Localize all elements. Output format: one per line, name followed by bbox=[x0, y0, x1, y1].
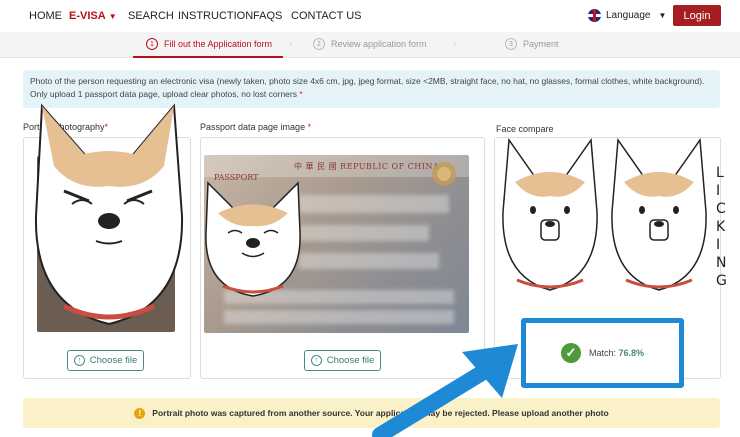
nav-instruction[interactable]: INSTRUCTION bbox=[178, 10, 253, 22]
licking-caption: L I C K I N G bbox=[716, 164, 727, 290]
nav-faqs[interactable]: FAQS bbox=[253, 10, 282, 22]
top-nav: HOME E-VISA ▼ SEARCH INSTRUCTION FAQS CON… bbox=[0, 0, 740, 32]
required-mark: * bbox=[299, 89, 303, 99]
nav-search[interactable]: SEARCH bbox=[128, 10, 174, 22]
choose-file-label: Choose file bbox=[89, 355, 138, 366]
step-number: 2 bbox=[313, 38, 325, 50]
chevron-down-icon: ▼ bbox=[108, 12, 117, 21]
blurred-field bbox=[299, 253, 439, 269]
upload-arrow-icon: ↑ bbox=[73, 355, 85, 366]
passport-emblem-icon bbox=[432, 162, 456, 186]
step-1: 1 Fill out the Application form bbox=[146, 38, 272, 50]
required-mark: * bbox=[307, 122, 312, 132]
portrait-choose-file-button[interactable]: ↑ Choose file bbox=[67, 350, 144, 371]
blurred-field bbox=[299, 195, 449, 213]
login-button[interactable]: Login bbox=[673, 5, 721, 26]
uk-flag-icon bbox=[588, 9, 601, 22]
language-label: Language bbox=[606, 10, 651, 21]
chevron-down-icon: ▼ bbox=[658, 11, 667, 20]
choose-file-label: Choose file bbox=[326, 355, 375, 366]
arrow-annotation-icon bbox=[372, 344, 518, 437]
licking-letter: I bbox=[716, 237, 721, 253]
step-number: 1 bbox=[146, 38, 158, 50]
active-step-indicator bbox=[133, 56, 283, 58]
blurred-field bbox=[299, 225, 429, 241]
warning-icon: ! bbox=[134, 407, 146, 419]
chevron-right-icon: › bbox=[289, 38, 293, 49]
step-label: Payment bbox=[523, 39, 559, 49]
passport-label-text: Passport data page image bbox=[200, 122, 306, 132]
licking-letter: L bbox=[716, 165, 724, 181]
step-progress: 1 Fill out the Application form › 2 Revi… bbox=[0, 32, 740, 58]
licking-letter: C bbox=[716, 201, 726, 217]
step-label: Review application form bbox=[331, 39, 427, 49]
dog-sticker-compare-left bbox=[502, 137, 598, 291]
dog-sticker-compare-right bbox=[611, 137, 707, 291]
dog-sticker-passport bbox=[205, 181, 301, 297]
passport-header: 中 華 民 國 REPUBLIC OF CHINA bbox=[294, 162, 440, 171]
nav-evisa[interactable]: E-VISA ▼ bbox=[69, 10, 117, 22]
match-value: 76.8% bbox=[618, 348, 645, 358]
dog-sticker-portrait bbox=[34, 103, 184, 326]
licking-letter: N bbox=[716, 255, 727, 271]
licking-letter: I bbox=[716, 183, 721, 199]
step-number: 3 bbox=[505, 38, 517, 50]
match-label: Match: bbox=[588, 348, 616, 358]
language-selector[interactable]: Language ▼ bbox=[588, 9, 666, 22]
licking-letter: G bbox=[716, 273, 727, 289]
upload-arrow-icon: ↑ bbox=[310, 355, 322, 366]
check-circle-icon: ✓ bbox=[560, 343, 581, 363]
step-3: 3 Payment bbox=[505, 38, 559, 50]
chevron-right-icon: › bbox=[453, 38, 457, 49]
licking-letter: K bbox=[716, 219, 726, 235]
blurred-field bbox=[224, 310, 454, 324]
match-result: ✓ Match: 76.8% bbox=[521, 318, 684, 388]
passport-label: Passport data page image * bbox=[200, 122, 311, 132]
step-label: Fill out the Application form bbox=[164, 39, 273, 49]
instruction-line-1: Photo of the person requesting an electr… bbox=[30, 76, 705, 86]
step-2: 2 Review application form bbox=[313, 38, 427, 50]
nav-evisa-label: E-VISA bbox=[69, 10, 106, 22]
nav-home[interactable]: HOME bbox=[29, 10, 62, 22]
match-text: Match: 76.8% bbox=[589, 348, 644, 358]
nav-contact[interactable]: CONTACT US bbox=[291, 10, 362, 22]
